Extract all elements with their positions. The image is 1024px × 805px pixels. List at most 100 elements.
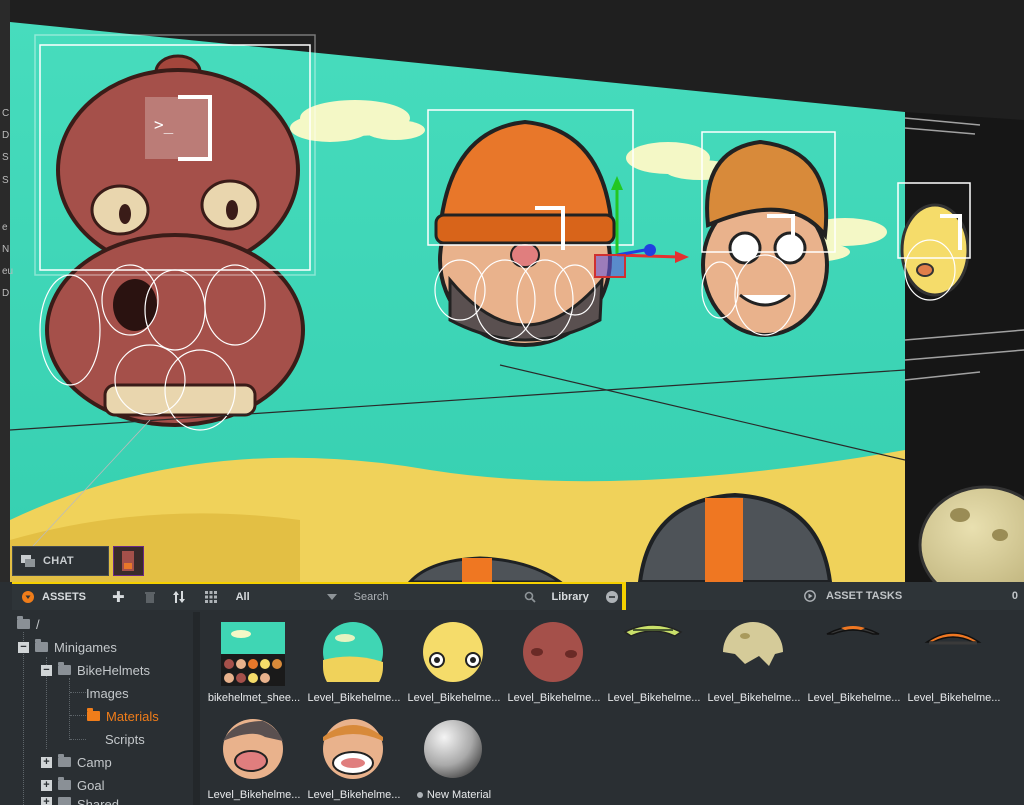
- scene-viewport[interactable]: >_ C D S S e N eu D: [0, 0, 1024, 582]
- asset-label: Level_Bikehelme...: [907, 692, 1001, 704]
- tree-item-label: Scripts: [105, 731, 145, 747]
- tree-item-minigames[interactable]: − Minigames: [18, 637, 117, 657]
- tree-item-scripts[interactable]: Scripts: [86, 729, 145, 749]
- tree-item-materials[interactable]: Materials: [87, 706, 159, 726]
- asset-tile[interactable]: Level_Bikehelme...: [402, 612, 502, 704]
- edge-text: S: [2, 175, 9, 186]
- assets-title: ASSETS: [42, 591, 87, 603]
- tree-scrollbar[interactable]: [193, 612, 200, 805]
- asset-tile[interactable]: Level_Bikehelme...: [902, 612, 1002, 704]
- folder-tree: / − Minigames − BikeHelmets Images Mater…: [12, 612, 200, 805]
- material-thumbnail: [924, 632, 982, 645]
- tree-item-label: Camp: [77, 754, 112, 770]
- tree-item-camp[interactable]: + Camp: [41, 752, 112, 772]
- asset-tasks-count: 0: [1011, 590, 1018, 602]
- expand-icon[interactable]: +: [41, 797, 52, 805]
- user-avatar[interactable]: [113, 546, 144, 576]
- upload-icon[interactable]: [172, 591, 187, 603]
- asset-label: bikehelmet_shee...: [207, 692, 301, 704]
- tree-root-label: /: [36, 616, 40, 632]
- expand-icon[interactable]: +: [41, 779, 52, 791]
- edge-text: eu: [2, 266, 14, 277]
- asset-label: Level_Bikehelme...: [307, 789, 401, 801]
- asset-label: Level_Bikehelme...: [807, 692, 901, 704]
- script-icon: >_: [145, 95, 212, 161]
- folder-icon: [58, 662, 71, 675]
- collapse-icon[interactable]: −: [18, 641, 29, 653]
- edge-text: C: [2, 108, 10, 119]
- assets-panel-icon[interactable]: [22, 591, 34, 603]
- folder-icon: [58, 754, 71, 767]
- spritesheet-thumbnail: [221, 622, 285, 686]
- tree-item-label: Materials: [106, 708, 159, 724]
- left-edge-panel: C D S S e N eu D: [0, 0, 14, 582]
- beanie-guy-head: [434, 119, 616, 347]
- folder-icon: [58, 797, 71, 805]
- material-thumbnail: [723, 622, 783, 666]
- asset-label: Level_Bikehelme...: [307, 692, 401, 704]
- asset-tile[interactable]: Level_Bikehelme...: [702, 612, 802, 704]
- asset-label: Level_Bikehelme...: [707, 692, 801, 704]
- material-thumbnail: [223, 719, 283, 779]
- tree-item-label: BikeHelmets: [77, 662, 150, 678]
- asset-tile[interactable]: Level_Bikehelme...: [602, 612, 702, 704]
- tree-item-images[interactable]: Images: [86, 683, 129, 703]
- tree-item-goal[interactable]: + Goal: [41, 775, 104, 795]
- asset-label: Level_Bikehelme...: [407, 692, 501, 704]
- edge-text: S: [2, 152, 9, 163]
- library-button[interactable]: Library: [552, 591, 589, 603]
- asset-tile[interactable]: Level_Bikehelme...: [202, 709, 302, 801]
- chat-icon: [21, 555, 35, 567]
- collapse-icon[interactable]: −: [41, 664, 52, 676]
- header-spacer: [626, 582, 796, 610]
- edge-text: D: [2, 130, 10, 141]
- assets-header: ASSETS ✚ All Search Library: [12, 582, 622, 610]
- material-thumbnail: [323, 719, 383, 779]
- asset-tile[interactable]: Level_Bikehelme...: [302, 709, 402, 801]
- add-asset-button[interactable]: ✚: [112, 588, 125, 606]
- svg-text:>_: >_: [154, 115, 174, 134]
- grid-view-icon[interactable]: [204, 591, 217, 603]
- chevron-down-icon[interactable]: [326, 594, 337, 600]
- play-icon[interactable]: [804, 590, 816, 602]
- tree-item-label: Goal: [77, 777, 105, 793]
- folder-icon: [17, 616, 30, 629]
- asset-tile[interactable]: New Material: [402, 709, 502, 801]
- material-thumbnail: [323, 622, 383, 682]
- glasses-guy-head: [701, 139, 829, 337]
- asset-label: Level_Bikehelme...: [607, 692, 701, 704]
- tree-root[interactable]: /: [17, 614, 40, 634]
- folder-icon: [35, 639, 48, 652]
- chat-tab[interactable]: CHAT: [12, 546, 109, 576]
- search-input[interactable]: Search: [354, 591, 389, 603]
- edge-text: N: [2, 244, 10, 255]
- material-thumbnail: [523, 622, 583, 682]
- delete-icon[interactable]: [144, 591, 155, 603]
- unsaved-dot-icon: [416, 792, 423, 798]
- asset-tile[interactable]: Level_Bikehelme...: [802, 612, 902, 704]
- tree-item-label: Images: [86, 685, 129, 701]
- edge-text: D: [2, 288, 10, 299]
- new-material-thumbnail: [424, 720, 482, 778]
- asset-tile[interactable]: Level_Bikehelme...: [302, 612, 402, 704]
- asset-grid: bikehelmet_shee... Level_Bikehelme... Le…: [200, 612, 1024, 805]
- asset-tile[interactable]: Level_Bikehelme...: [502, 612, 602, 704]
- tree-item-shared[interactable]: + Shared: [41, 797, 119, 805]
- assets-panel: ASSETS ✚ All Search Library ASSET TASKS …: [0, 582, 1024, 805]
- expand-icon[interactable]: +: [41, 756, 52, 768]
- filter-dropdown[interactable]: All: [236, 591, 250, 603]
- scene-canvas[interactable]: >_: [0, 0, 1024, 582]
- asset-label: Level_Bikehelme...: [507, 692, 601, 704]
- search-icon[interactable]: [524, 591, 536, 603]
- tree-item-label: Shared: [77, 797, 119, 805]
- tree-item-label: Minigames: [54, 639, 117, 655]
- material-thumbnail: [423, 622, 483, 682]
- folder-open-icon: [87, 708, 100, 721]
- asset-tile[interactable]: bikehelmet_shee...: [202, 612, 302, 704]
- asset-tasks-title: ASSET TASKS: [826, 590, 903, 602]
- tree-item-bikehelmets[interactable]: − BikeHelmets: [41, 660, 150, 680]
- asset-label-text: New Material: [426, 789, 492, 801]
- library-icon[interactable]: [605, 591, 618, 603]
- asset-label: Level_Bikehelme...: [207, 789, 301, 801]
- asset-tasks-header[interactable]: ASSET TASKS 0: [796, 582, 1024, 610]
